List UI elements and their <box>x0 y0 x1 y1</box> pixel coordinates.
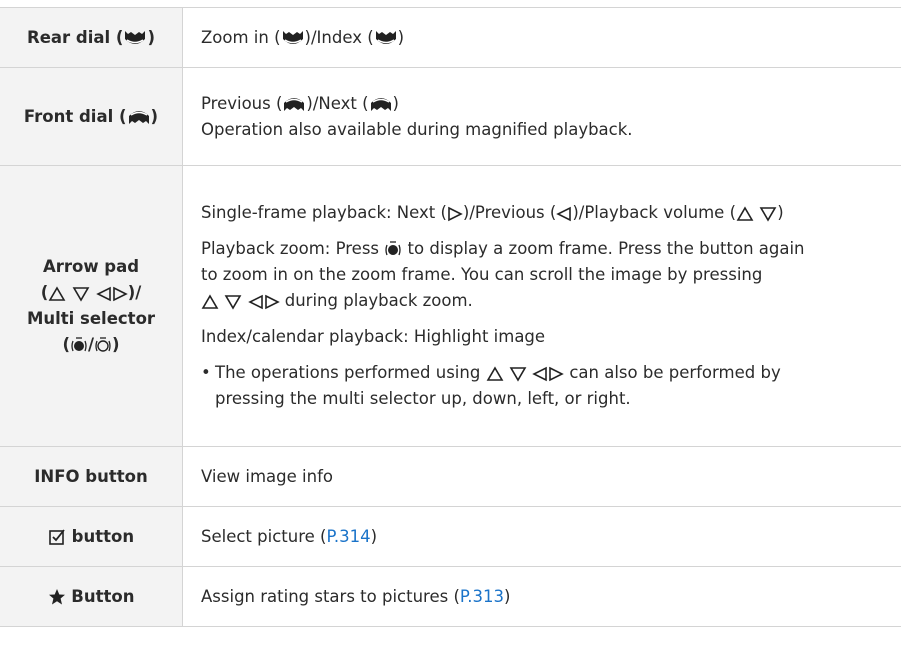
index-calendar-text: Index/calendar playback: Highlight image <box>201 327 546 346</box>
bullet-part1: The operations performed using <box>215 363 481 382</box>
left-triangle-icon <box>532 366 548 382</box>
key-cell-select-button: button <box>0 506 183 567</box>
info-key-bold: INFO <box>34 466 80 486</box>
left-triangle-icon <box>556 206 572 222</box>
multi-selector-press-icon <box>70 336 88 355</box>
front-dial-desc-line2: Operation also available during magnifie… <box>201 119 633 139</box>
rear-dial-icon <box>281 29 305 47</box>
playback-zoom-line2: to zoom in on the zoom frame. You can sc… <box>201 265 763 284</box>
assign-rating-text: Assign rating stars to pictures ( <box>201 586 460 606</box>
desc-cell-info-button: View image info <box>182 446 901 507</box>
close-paren: ) <box>370 526 378 546</box>
previous-text: Previous ( <box>201 93 283 113</box>
front-dial-icon <box>282 95 306 113</box>
arrow-pad-icons-line: ( )/ <box>0 280 182 306</box>
open-paren: ( <box>40 283 49 302</box>
close-paren-slash: )/ <box>127 283 142 302</box>
front-dial-icon <box>369 95 393 113</box>
rear-dial-label: Rear dial ( <box>26 27 124 47</box>
front-dial-desc-line1: Previous ( )/Next () <box>201 91 901 117</box>
select-picture-text: Select picture ( <box>201 526 327 546</box>
operations-table: Rear dial () Zoom in ( )/Index () Front d… <box>0 7 901 627</box>
playback-zoom-line1: Playback zoom: Press to display a zoom f… <box>201 236 901 262</box>
key-cell-front-dial: Front dial () <box>0 67 183 166</box>
down-triangle-icon <box>509 366 527 382</box>
page-link-313[interactable]: P.313 <box>460 587 504 606</box>
bullet-note: • The operations performed using can also… <box>201 360 901 412</box>
down-triangle-icon <box>224 294 242 310</box>
down-triangle-icon <box>72 286 90 302</box>
close-paren: ) <box>397 27 405 47</box>
single-frame-part3: )/Playback volume ( <box>572 203 737 222</box>
right-triangle-icon <box>264 294 280 310</box>
table-row-rear-dial: Rear dial () Zoom in ( )/Index () <box>0 7 901 68</box>
desc-cell-arrow-pad: Single-frame playback: Next ( )/Previous … <box>182 165 901 447</box>
up-triangle-icon <box>736 205 754 222</box>
right-triangle-icon <box>447 206 463 222</box>
rear-dial-icon <box>374 29 398 47</box>
bullet-part2: can also be performed by <box>569 363 781 382</box>
open-paren: ( <box>62 335 70 354</box>
checkbox-icon <box>48 528 66 546</box>
rating-key-label: Button <box>71 586 135 606</box>
close-paren: ) <box>392 93 399 113</box>
front-dial-close: ) <box>150 106 159 126</box>
arrow-pad-label: Arrow pad <box>42 257 140 276</box>
table-row-rating-button: Button Assign rating stars to pictures (… <box>0 566 901 627</box>
playback-zoom-part2: to display a zoom frame. Press the butto… <box>407 239 805 258</box>
up-triangle-icon <box>486 365 504 382</box>
zoom-in-text: Zoom in ( <box>201 27 281 47</box>
info-key-rest: button <box>79 466 148 486</box>
view-image-info-text: View image info <box>201 466 333 486</box>
close-paren: ) <box>504 586 511 606</box>
multi-selector-press-icon <box>384 240 402 259</box>
left-triangle-icon <box>247 294 264 310</box>
key-cell-arrow-pad: Arrow pad ( )/ Multi selector (/) <box>0 165 183 447</box>
page-link-314[interactable]: P.314 <box>326 527 370 546</box>
bullet-line2: pressing the multi selector up, down, le… <box>215 389 631 408</box>
close-paren: ) <box>112 335 120 354</box>
key-cell-info-button: INFO button <box>0 446 183 507</box>
bullet-line1: The operations performed using can also … <box>215 360 901 386</box>
multi-selector-icons-line: (/) <box>0 332 182 358</box>
star-icon <box>48 588 66 606</box>
up-triangle-icon <box>201 293 219 310</box>
index-text: )/Index ( <box>304 27 374 47</box>
single-frame-text: Single-frame playback: Next ( )/Previous … <box>201 200 901 226</box>
desc-cell-select-button: Select picture (P.314) <box>182 506 901 567</box>
close-paren: ) <box>777 203 784 222</box>
right-triangle-icon <box>548 366 564 382</box>
rear-dial-icon <box>123 29 147 47</box>
table-row-front-dial: Front dial () Previous ( )/Next () Operat… <box>0 67 901 166</box>
key-cell-rating-button: Button <box>0 566 183 627</box>
left-triangle-icon <box>95 286 112 302</box>
playback-zoom-line3-tail: during playback zoom. <box>284 291 473 310</box>
single-frame-part2: )/Previous ( <box>462 203 557 222</box>
multi-selector-icon <box>94 336 112 355</box>
desc-cell-rating-button: Assign rating stars to pictures (P.313) <box>182 566 901 627</box>
front-dial-icon <box>127 108 151 126</box>
multi-selector-label: Multi selector <box>26 309 156 328</box>
select-key-label: button <box>71 526 135 546</box>
playback-zoom-line3: during playback zoom. <box>201 288 901 314</box>
desc-cell-rear-dial: Zoom in ( )/Index () <box>182 7 901 68</box>
table-row-info-button: INFO button View image info <box>0 446 901 507</box>
rear-dial-close: ) <box>147 27 155 47</box>
table-row-select-button: button Select picture (P.314) <box>0 506 901 567</box>
up-triangle-icon <box>48 285 66 302</box>
down-triangle-icon <box>759 206 777 222</box>
single-frame-part1: Single-frame playback: Next ( <box>201 203 447 222</box>
next-text: )/Next ( <box>306 93 369 113</box>
right-triangle-icon <box>112 286 128 302</box>
front-dial-label: Front dial ( <box>23 106 127 126</box>
bullet-dot: • <box>201 363 211 382</box>
playback-zoom-text: Playback zoom: Press to display a zoom f… <box>201 236 901 314</box>
table-row-arrow-pad: Arrow pad ( )/ Multi selector (/) Single… <box>0 165 901 447</box>
desc-cell-front-dial: Previous ( )/Next () Operation also avail… <box>182 67 901 166</box>
key-cell-rear-dial: Rear dial () <box>0 7 183 68</box>
playback-zoom-part1: Playback zoom: Press <box>201 239 380 258</box>
